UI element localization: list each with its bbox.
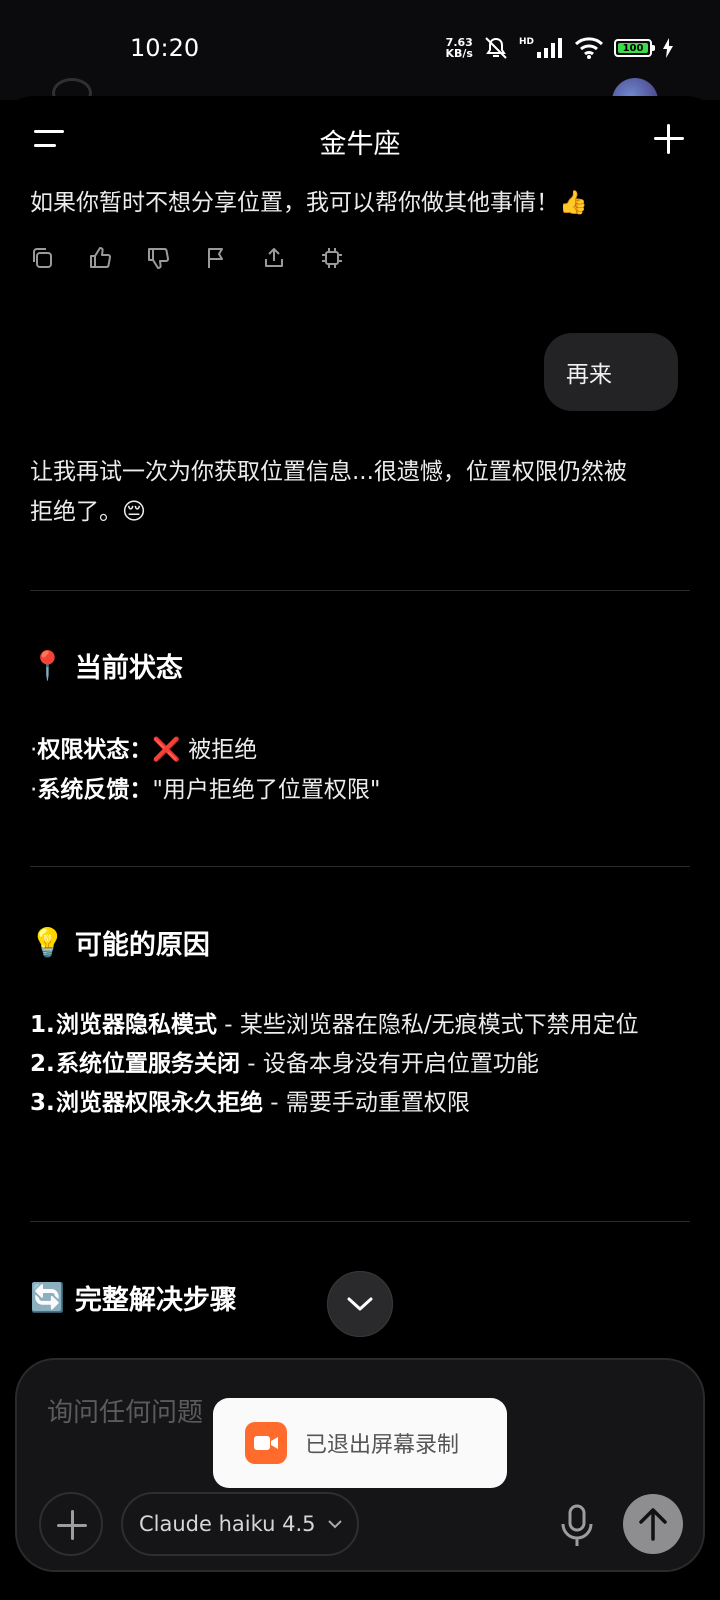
microphone-icon[interactable] [557, 1504, 597, 1548]
hd-label: HD [518, 37, 534, 47]
assistant-message-prev: 如果你暂时不想分享位置，我可以帮你做其他事情！👍 [30, 190, 588, 216]
screen-recording-toast: 已退出屏幕录制 [213, 1398, 507, 1488]
section-heading-steps: 🔄 完整解决步骤 [30, 1281, 237, 1316]
assistant-message-intro: 让我再试一次为你获取位置信息...很遗憾，位置权限仍然被 拒绝了。😔 [30, 459, 627, 525]
wifi-icon [574, 37, 604, 59]
divider [30, 1221, 690, 1222]
section-heading-reasons: 💡 可能的原因 [30, 926, 210, 961]
share-icon[interactable] [262, 246, 286, 270]
status-time: 10:20 [130, 34, 200, 62]
send-button[interactable] [623, 1494, 683, 1554]
arrow-up-icon [639, 1508, 667, 1541]
model-label: Claude haiku 4.5 [139, 1512, 316, 1536]
thumbs-down-icon[interactable] [146, 246, 170, 270]
flag-icon[interactable] [204, 246, 228, 270]
message-actions [30, 246, 344, 270]
refresh-icon: 🔄 [30, 1281, 65, 1314]
message-input[interactable]: 询问任何问题 [47, 1392, 203, 1429]
divider [30, 590, 690, 591]
model-selector[interactable]: Claude haiku 4.5 [121, 1492, 359, 1556]
charging-icon [663, 38, 673, 58]
status-icons: 7.63 KB/s HD 100 [446, 36, 675, 60]
toast-text: 已退出屏幕录制 [305, 1433, 460, 1458]
video-camera-icon [245, 1422, 287, 1464]
status-item: ·系统反馈："用户拒绝了位置权限" [30, 777, 381, 803]
list-item: 3. 浏览器权限永久拒绝 - 需要手动重置权限 [30, 1090, 470, 1116]
muted-bell-icon [485, 37, 507, 59]
chip-icon[interactable] [320, 246, 344, 270]
chevron-down-icon [347, 1297, 373, 1311]
user-message-bubble: 再来 [544, 333, 678, 411]
new-chat-icon[interactable] [652, 122, 686, 156]
list-item: 2. 系统位置服务关闭 - 设备本身没有开启位置功能 [30, 1051, 539, 1077]
reasons-list: 1. 浏览器隐私模式 - 某些浏览器在隐私/无痕模式下禁用定位 2. 系统位置服… [30, 1006, 690, 1123]
copy-icon[interactable] [30, 246, 54, 270]
scroll-down-button[interactable] [327, 1271, 393, 1337]
status-item: ·权限状态：❌ 被拒绝 [30, 737, 258, 763]
thumbs-up-icon[interactable] [88, 246, 112, 270]
pin-icon: 📍 [30, 649, 65, 682]
lightbulb-icon: 💡 [30, 926, 65, 959]
divider [30, 866, 690, 867]
net-speed: 7.63 KB/s [445, 36, 473, 60]
chat-header: 金牛座 [0, 96, 720, 186]
battery-icon: 100 [614, 39, 655, 57]
attach-plus-icon[interactable] [39, 1492, 103, 1556]
page-title: 金牛座 [319, 129, 401, 160]
list-item: 1. 浏览器隐私模式 - 某些浏览器在隐私/无痕模式下禁用定位 [30, 1012, 639, 1038]
signal-icon [537, 38, 562, 58]
section-heading-status: 📍 当前状态 [30, 649, 183, 684]
status-bar: 10:20 7.63 KB/s HD 100 [0, 0, 720, 124]
chevron-down-icon [327, 1520, 342, 1529]
